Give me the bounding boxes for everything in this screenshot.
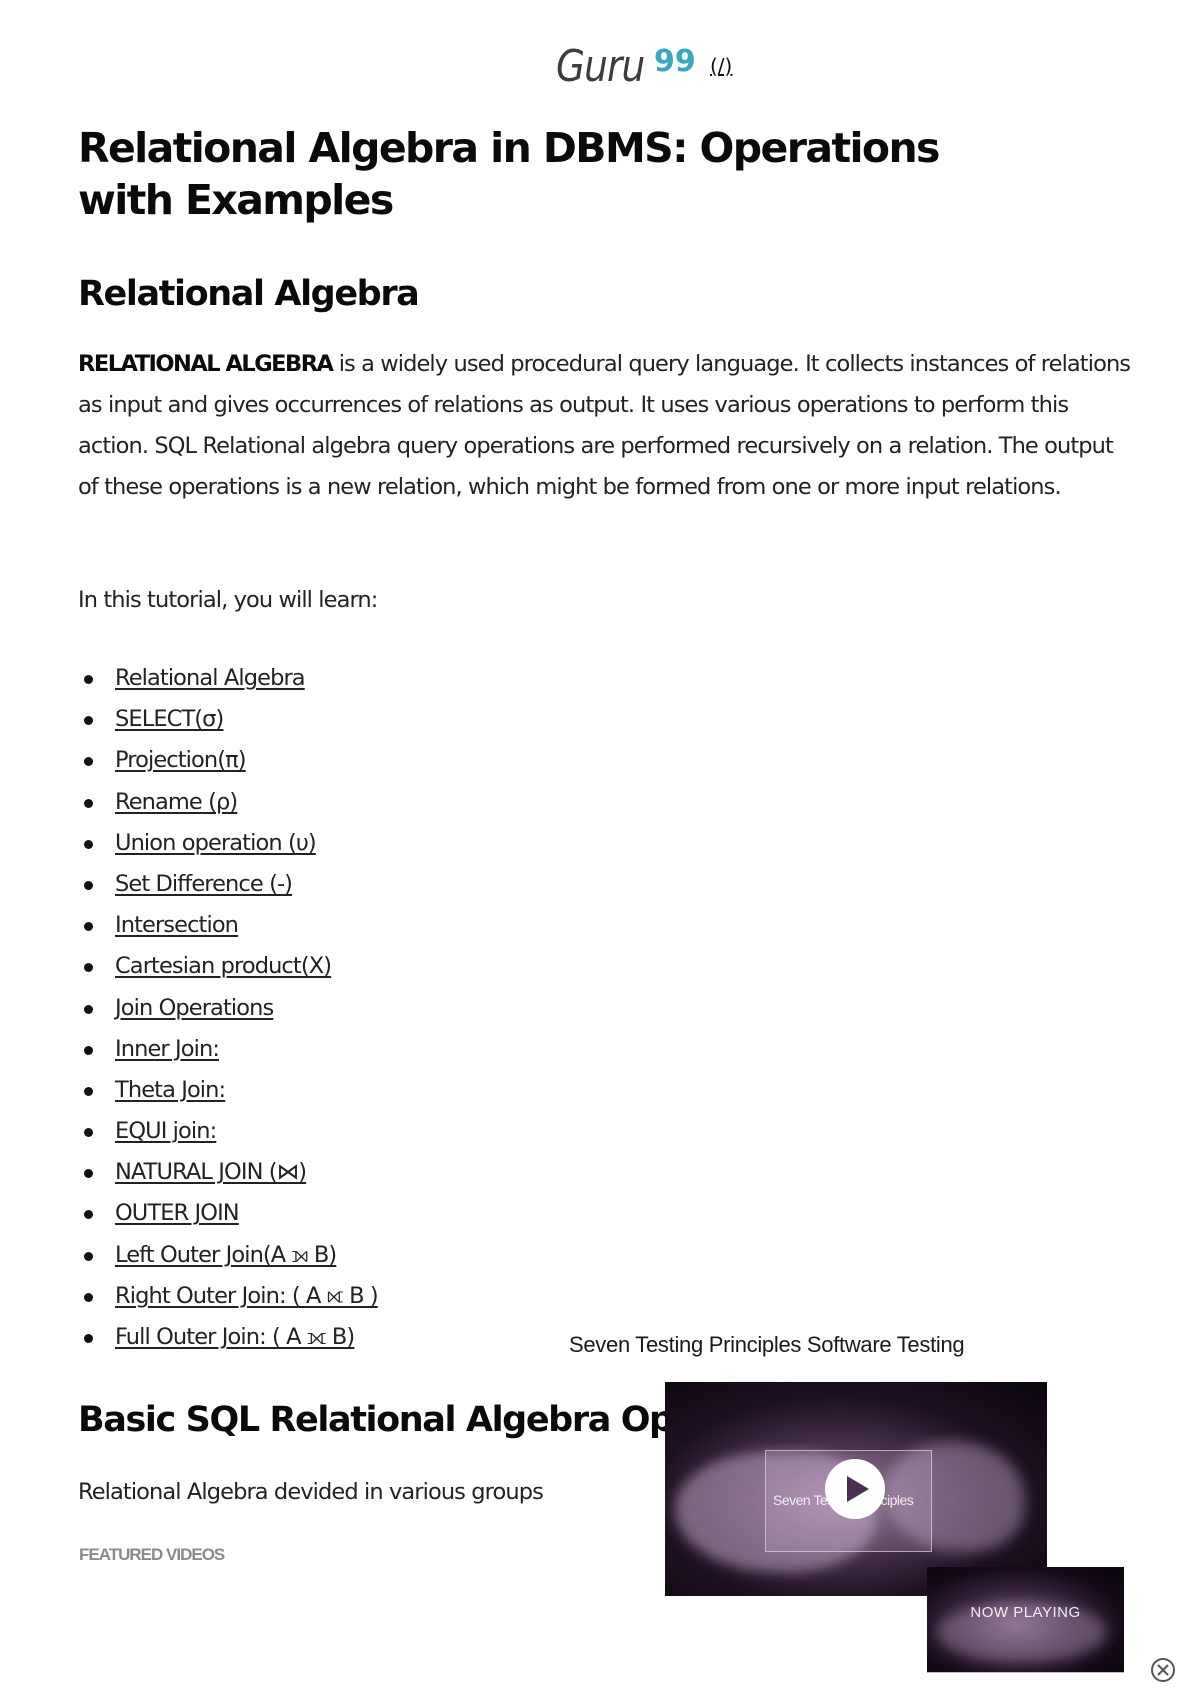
close-icon: [1151, 1658, 1175, 1682]
section-heading-relational-algebra: Relational Algebra: [78, 274, 420, 314]
toc-item: Intersection: [78, 905, 378, 946]
toc-link[interactable]: Rename (ρ): [115, 789, 238, 815]
toc-link[interactable]: SELECT(σ): [115, 706, 224, 732]
toc-link[interactable]: OUTER JOIN: [115, 1200, 240, 1226]
video-title[interactable]: Seven Testing Principles Software Testin…: [569, 1332, 965, 1358]
logo-text: Guru: [556, 41, 645, 92]
toc-link[interactable]: Cartesian product(X): [115, 953, 332, 979]
toc-link[interactable]: Inner Join:: [115, 1036, 220, 1062]
toc-item: Union operation (υ): [78, 823, 378, 864]
toc-item: Rename (ρ): [78, 782, 378, 823]
toc-item: EQUI join:: [78, 1111, 378, 1152]
play-button[interactable]: [825, 1459, 885, 1519]
toc-item: Set Difference (-): [78, 864, 378, 905]
toc-link[interactable]: Full Outer Join: ( A ⟗ B): [115, 1324, 355, 1350]
logo-suffix: 99: [654, 44, 696, 79]
bullet-icon: [84, 757, 93, 767]
toc-item: Projection(π): [78, 740, 378, 781]
toc-item: SELECT(σ): [78, 699, 378, 740]
bullet-icon: [84, 1045, 93, 1055]
bullet-icon: [84, 675, 93, 684]
toc-link[interactable]: NATURAL JOIN (⋈): [115, 1159, 307, 1185]
bullet-icon: [84, 1004, 93, 1014]
site-logo[interactable]: Guru 99 (/): [556, 40, 732, 94]
play-icon: [846, 1476, 869, 1502]
toc-item: Relational Algebra: [78, 658, 378, 699]
bullet-icon: [84, 1128, 93, 1138]
toc-link[interactable]: Join Operations: [115, 995, 274, 1021]
intro-bold-term: RELATIONAL ALGEBRA: [78, 351, 334, 377]
toc-link[interactable]: Theta Join:: [115, 1077, 226, 1103]
toc-item: Left Outer Join(A ⟕ B): [78, 1235, 378, 1276]
bullet-icon: [84, 1169, 93, 1179]
home-link[interactable]: (/): [710, 54, 732, 78]
toc-link[interactable]: Intersection: [115, 912, 239, 938]
bullet-icon: [84, 1334, 93, 1343]
intro-paragraph: RELATIONAL ALGEBRA is a widely used proc…: [78, 344, 1138, 508]
toc-item: Cartesian product(X): [78, 946, 378, 987]
tutorial-intro: In this tutorial, you will learn:: [78, 587, 378, 613]
section-heading-basic-operations: Basic SQL Relational Algebra Operat: [78, 1400, 750, 1440]
bullet-icon: [84, 716, 93, 726]
toc-link[interactable]: Relational Algebra: [115, 665, 306, 691]
bullet-icon: [84, 963, 93, 973]
bullet-icon: [84, 922, 93, 932]
featured-videos-label: FEATURED VIDEOS: [79, 1545, 225, 1564]
toc-link[interactable]: Left Outer Join(A ⟕ B): [115, 1242, 337, 1268]
toc-item: NATURAL JOIN (⋈): [78, 1152, 378, 1193]
toc-link[interactable]: EQUI join:: [115, 1118, 217, 1144]
toc-item: OUTER JOIN: [78, 1193, 378, 1234]
bullet-icon: [84, 1086, 93, 1096]
bullet-icon: [84, 1210, 93, 1220]
bullet-icon: [84, 839, 93, 849]
bullet-icon: [84, 1292, 93, 1302]
bullet-icon: [84, 798, 93, 808]
bullet-icon: [84, 880, 93, 890]
toc-link[interactable]: Projection(π): [115, 747, 247, 773]
toc-item: Inner Join:: [78, 1029, 378, 1070]
toc-item: Theta Join:: [78, 1070, 378, 1111]
toc-item: Full Outer Join: ( A ⟗ B): [78, 1317, 378, 1358]
table-of-contents: Relational Algebra SELECT(σ) Projection(…: [78, 658, 379, 1358]
close-circle-icon[interactable]: [1150, 1657, 1176, 1683]
bullet-icon: [84, 1251, 93, 1261]
toc-item: Join Operations: [78, 988, 378, 1029]
now-playing-thumbnail[interactable]: NOW PLAYING: [927, 1567, 1124, 1673]
now-playing-label: NOW PLAYING: [970, 1604, 1081, 1621]
toc-link[interactable]: Union operation (υ): [115, 830, 317, 856]
toc-link[interactable]: Right Outer Join: ( A ⟖ B ): [115, 1283, 379, 1309]
page-title: Relational Algebra in DBMS: Operations w…: [78, 124, 940, 224]
toc-link[interactable]: Set Difference (-): [115, 871, 293, 897]
video-player[interactable]: Seven Testing Principles: [665, 1382, 1047, 1596]
toc-item: Right Outer Join: ( A ⟖ B ): [78, 1276, 379, 1317]
